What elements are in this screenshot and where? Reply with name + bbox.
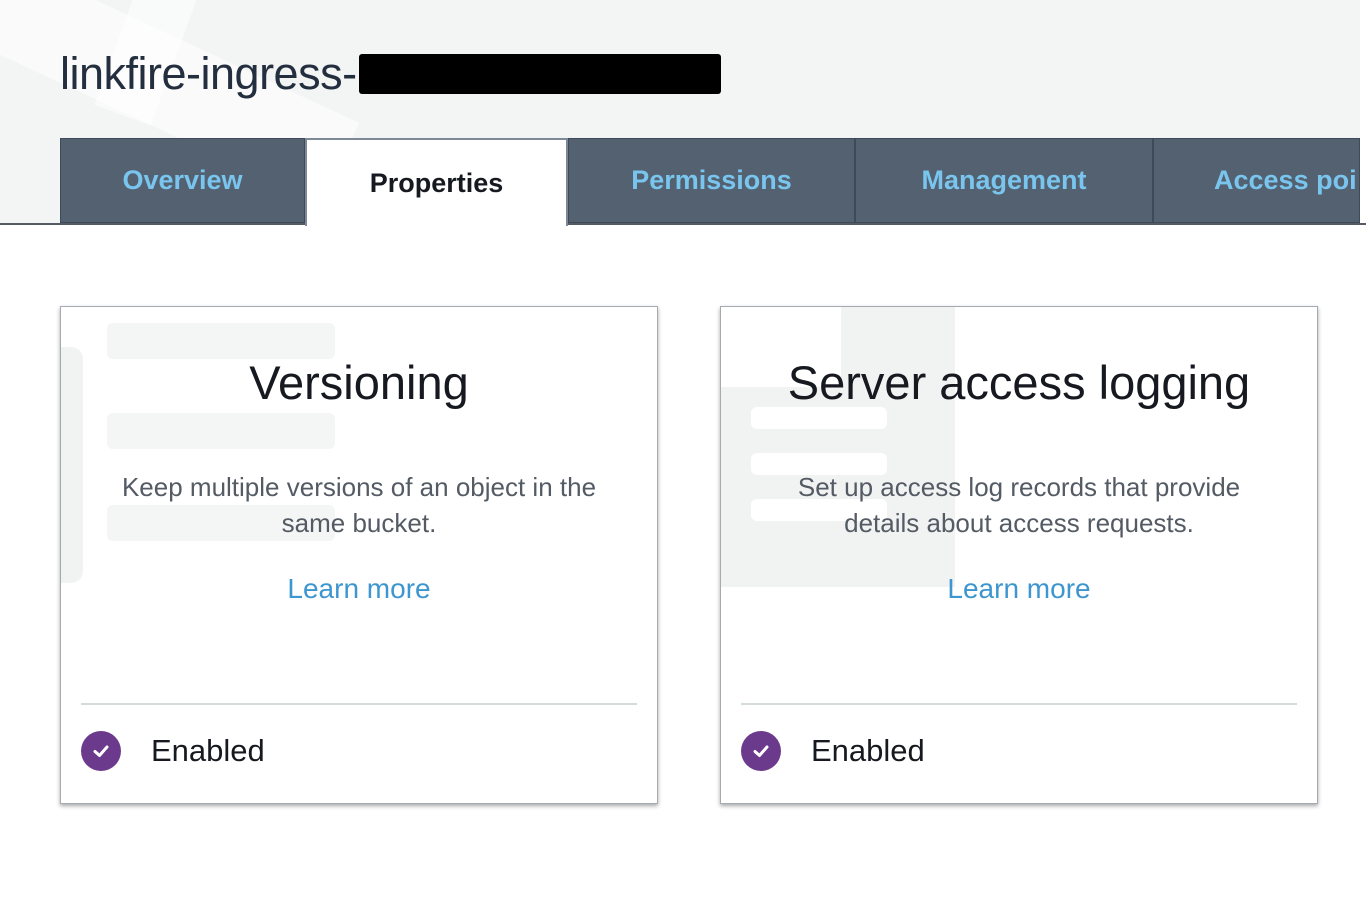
card-background-decoration — [107, 323, 335, 359]
tab-baseline — [0, 223, 1366, 225]
server-access-logging-card: Server access logging Set up access log … — [720, 306, 1318, 804]
redacted-bucket-suffix — [358, 54, 721, 94]
learn-more-link[interactable]: Learn more — [61, 573, 657, 605]
card-title: Server access logging — [787, 356, 1251, 409]
card-title: Versioning — [249, 356, 469, 409]
header-edge — [1360, 0, 1366, 225]
status-row: Enabled — [741, 729, 925, 773]
tab-permissions[interactable]: Permissions — [568, 138, 855, 223]
tab-properties[interactable]: Properties — [305, 138, 568, 226]
learn-more-link[interactable]: Learn more — [721, 573, 1317, 605]
bucket-title: linkfire-ingress- — [60, 44, 721, 104]
tab-overview[interactable]: Overview — [60, 138, 305, 223]
check-circle-icon — [81, 731, 121, 771]
card-description: Keep multiple versions of an object in t… — [121, 472, 597, 538]
card-divider — [741, 703, 1297, 705]
status-row: Enabled — [81, 729, 265, 773]
bucket-name: linkfire-ingress- — [60, 48, 357, 99]
status-label: Enabled — [811, 733, 925, 768]
tab-management[interactable]: Management — [855, 138, 1153, 223]
versioning-card: Versioning Keep multiple versions of an … — [60, 306, 658, 804]
card-divider — [81, 703, 637, 705]
tab-access-points[interactable]: Access poi — [1153, 138, 1360, 223]
status-label: Enabled — [151, 733, 265, 768]
card-background-decoration — [107, 413, 335, 449]
check-circle-icon — [741, 731, 781, 771]
card-description: Set up access log records that provide d… — [797, 472, 1241, 538]
